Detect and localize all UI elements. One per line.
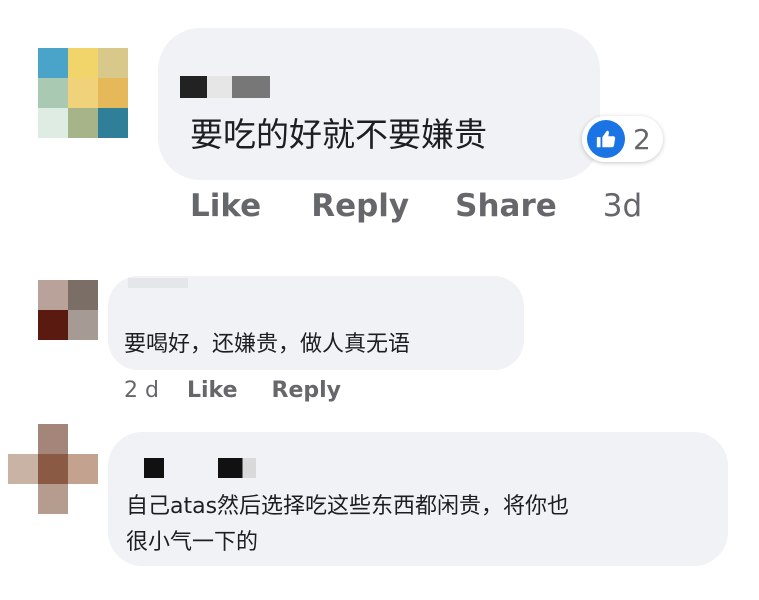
comment-timestamp[interactable]: 2 d bbox=[124, 378, 159, 403]
avatar[interactable] bbox=[38, 48, 128, 138]
comment-timestamp[interactable]: 3d bbox=[603, 188, 642, 224]
comment-actions: 2 d Like Reply bbox=[124, 378, 341, 403]
thumbs-up-icon bbox=[587, 120, 625, 158]
comment-text-line-1: 自己atas然后选择吃这些东西都闲贵，将你也 bbox=[126, 494, 570, 519]
comment-thread: 要吃的好就不要嫌贵 2 Like Reply Share 3d 要喝好，还嫌贵，… bbox=[0, 0, 759, 600]
like-button[interactable]: Like bbox=[190, 188, 261, 224]
comment-bubble: 要喝好，还嫌贵，做人真无语 bbox=[108, 276, 524, 370]
comment-text: 要吃的好就不要嫌贵 bbox=[190, 115, 487, 154]
avatar[interactable] bbox=[8, 424, 98, 514]
comment-actions: Like Reply Share 3d bbox=[190, 188, 642, 224]
commenter-name[interactable] bbox=[128, 278, 188, 288]
reaction-count: 2 bbox=[633, 122, 651, 156]
comment-bubble: 要吃的好就不要嫌贵 bbox=[158, 28, 600, 180]
comment-text-line-2: 很小气一下的 bbox=[126, 530, 259, 555]
share-button[interactable]: Share bbox=[455, 188, 557, 224]
commenter-name[interactable] bbox=[180, 76, 270, 98]
comment-bubble: 自己atas然后选择吃这些东西都闲贵，将你也 很小气一下的 bbox=[108, 432, 728, 566]
reply-button[interactable]: Reply bbox=[311, 188, 409, 224]
reaction-count-badge[interactable]: 2 bbox=[582, 116, 663, 162]
like-button[interactable]: Like bbox=[187, 378, 238, 403]
avatar[interactable] bbox=[38, 280, 98, 340]
commenter-name[interactable] bbox=[144, 458, 256, 478]
reply-button[interactable]: Reply bbox=[272, 378, 342, 403]
comment-text: 要喝好，还嫌贵，做人真无语 bbox=[124, 332, 411, 357]
